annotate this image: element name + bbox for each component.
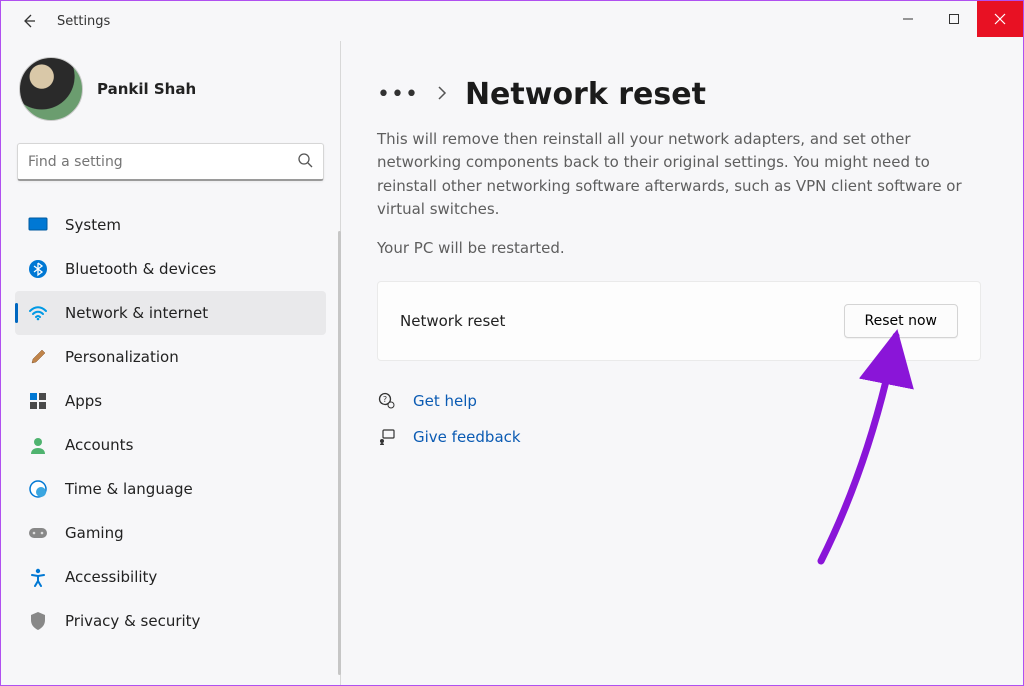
- sidebar-item-gaming[interactable]: Gaming: [15, 511, 326, 555]
- sidebar-item-label: Gaming: [65, 524, 124, 542]
- sidebar-item-accessibility[interactable]: Accessibility: [15, 555, 326, 599]
- reset-now-button[interactable]: Reset now: [844, 304, 958, 338]
- sidebar-item-label: Accessibility: [65, 568, 157, 586]
- sidebar-item-label: Personalization: [65, 348, 179, 366]
- card-label: Network reset: [400, 312, 505, 330]
- page-description: This will remove then reinstall all your…: [377, 128, 987, 221]
- svg-text:?: ?: [383, 395, 387, 404]
- minimize-button[interactable]: [885, 1, 931, 37]
- paintbrush-icon: [27, 346, 49, 368]
- back-button[interactable]: [19, 11, 39, 31]
- help-icon: ?: [377, 391, 397, 411]
- apps-icon: [27, 390, 49, 412]
- sidebar-item-label: Network & internet: [65, 304, 208, 322]
- search-box[interactable]: [17, 143, 324, 181]
- sidebar-item-label: Time & language: [65, 480, 193, 498]
- maximize-button[interactable]: [931, 1, 977, 37]
- person-icon: [27, 434, 49, 456]
- sidebar-item-system[interactable]: System: [15, 203, 326, 247]
- wifi-icon: [27, 302, 49, 324]
- sidebar-item-network[interactable]: Network & internet: [15, 291, 326, 335]
- page-title: Network reset: [465, 77, 706, 112]
- chevron-right-icon: [437, 85, 447, 104]
- sidebar-nav: System Bluetooth & devices Network & int…: [15, 203, 326, 685]
- give-feedback-link[interactable]: Give feedback: [413, 428, 521, 446]
- sidebar-item-label: Privacy & security: [65, 612, 200, 630]
- breadcrumb: ••• Network reset: [377, 77, 1005, 112]
- feedback-icon: [377, 427, 397, 447]
- sidebar-item-label: Bluetooth & devices: [65, 260, 216, 278]
- sidebar-item-personalization[interactable]: Personalization: [15, 335, 326, 379]
- help-links: ? Get help Give feedback: [377, 391, 1005, 447]
- sidebar-item-accounts[interactable]: Accounts: [15, 423, 326, 467]
- restart-note: Your PC will be restarted.: [377, 239, 1005, 257]
- monitor-icon: [27, 214, 49, 236]
- give-feedback-row[interactable]: Give feedback: [377, 427, 1005, 447]
- main-content: ••• Network reset This will remove then …: [341, 41, 1023, 685]
- sidebar-item-label: Apps: [65, 392, 102, 410]
- search-input[interactable]: [28, 154, 297, 170]
- get-help-link[interactable]: Get help: [413, 392, 477, 410]
- shield-icon: [27, 610, 49, 632]
- sidebar-item-label: System: [65, 216, 121, 234]
- titlebar: Settings: [1, 1, 1023, 41]
- window-controls: [885, 1, 1023, 37]
- bluetooth-icon: [27, 258, 49, 280]
- network-reset-card: Network reset Reset now: [377, 281, 981, 361]
- window-title: Settings: [57, 14, 110, 29]
- arrow-left-icon: [21, 13, 37, 29]
- sidebar-item-privacy[interactable]: Privacy & security: [15, 599, 326, 643]
- breadcrumb-more-icon[interactable]: •••: [377, 82, 419, 107]
- avatar: [19, 57, 83, 121]
- sidebar-item-bluetooth[interactable]: Bluetooth & devices: [15, 247, 326, 291]
- accessibility-icon: [27, 566, 49, 588]
- search-icon: [297, 152, 313, 172]
- gamepad-icon: [27, 522, 49, 544]
- sidebar-item-time[interactable]: Time & language: [15, 467, 326, 511]
- get-help-row[interactable]: ? Get help: [377, 391, 1005, 411]
- clock-globe-icon: [27, 478, 49, 500]
- profile[interactable]: Pankil Shah: [15, 51, 326, 133]
- sidebar: Pankil Shah System Bluetooth & devices N…: [1, 41, 341, 685]
- sidebar-item-label: Accounts: [65, 436, 133, 454]
- close-button[interactable]: [977, 1, 1023, 37]
- profile-name: Pankil Shah: [97, 80, 196, 98]
- sidebar-item-apps[interactable]: Apps: [15, 379, 326, 423]
